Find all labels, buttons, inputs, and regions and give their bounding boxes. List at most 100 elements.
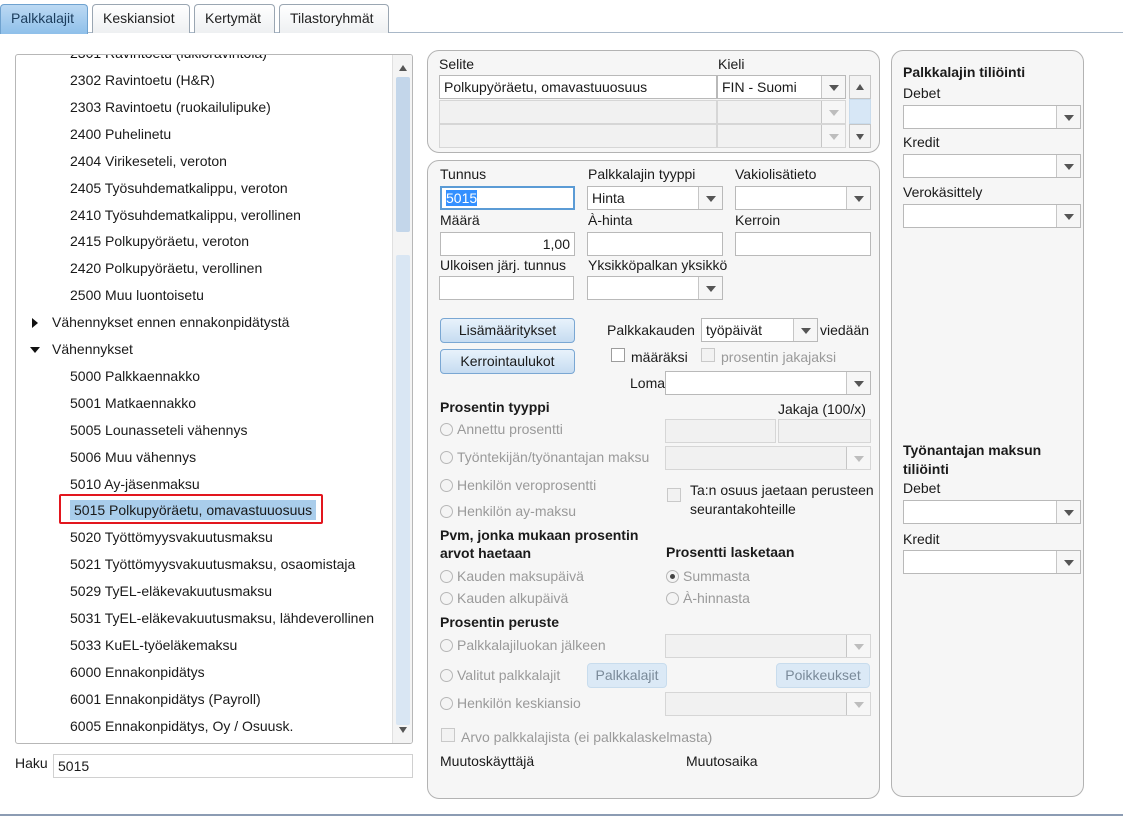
annettu-prosentti-radio[interactable]	[440, 423, 453, 436]
selite-input-1[interactable]: Polkupyöräetu, omavastuuosuus	[439, 75, 717, 99]
poikkeukset-button[interactable]: Poikkeukset	[776, 663, 870, 688]
tab-keskiansiot[interactable]: Keskiansiot	[92, 4, 190, 33]
selite-scroll-up-icon[interactable]	[849, 75, 871, 99]
tunnus-input[interactable]: 5015	[440, 186, 575, 210]
tree-group[interactable]: Vähennykset ennen ennakonpidätystä	[30, 310, 289, 334]
tyontekijan-maksu-radio[interactable]	[440, 451, 453, 464]
prosentin-jakajaksi-checkbox[interactable]	[701, 348, 715, 362]
kieli-select-1[interactable]: FIN - Suomi	[717, 75, 846, 99]
palkkalajit-button[interactable]: Palkkalajit	[587, 663, 667, 688]
palkkalajiluokan-jalkeen-radio[interactable]	[440, 639, 453, 652]
tyyppi-select[interactable]: Hinta	[587, 186, 723, 210]
summasta-radio[interactable]	[666, 570, 679, 583]
arvo-palkkalajista-checkbox[interactable]	[441, 728, 455, 742]
tree-item[interactable]: 2302 Ravintoetu (H&R)	[66, 68, 215, 92]
tree-scrollbar[interactable]	[392, 55, 412, 743]
kredit-label: Kredit	[903, 134, 940, 150]
tree-item[interactable]: 5021 Työttömyysvakuutusmaksu, osaomistaj…	[66, 552, 355, 576]
maaraksi-checkbox[interactable]	[611, 348, 625, 362]
tree-item[interactable]: 6005 Ennakonpidätys, Oy / Osuusk.	[66, 714, 293, 738]
tree-group[interactable]: Vähennykset	[30, 337, 133, 361]
tree-item[interactable]: 5020 Työttömyysvakuutusmaksu	[66, 525, 273, 549]
palkkalajiluokan-jalkeen-label: Palkkalajiluokan jälkeen	[457, 637, 606, 653]
tree-item[interactable]: 5033 KuEL-työeläkemaksu	[66, 633, 237, 657]
tab-tilastoryhmat[interactable]: Tilastoryhmät	[279, 4, 389, 33]
palkkalaji-tree[interactable]: 2301 Ravintoetu (lukioravintola) 2302 Rav…	[15, 54, 413, 744]
tree-item-label: Vähennykset ennen ennakonpidätystä	[52, 314, 290, 331]
tree-item-label: 5020 Työttömyysvakuutusmaksu	[70, 529, 273, 546]
tyonantaja-kredit-select[interactable]	[903, 550, 1081, 574]
tree-item-label: 5006 Muu vähennys	[70, 448, 197, 465]
yksikko-select[interactable]	[587, 276, 723, 300]
maara-input[interactable]: 1,00	[440, 232, 575, 256]
kauden-alkupaiva-radio[interactable]	[440, 592, 453, 605]
henkilon-aymaksu-radio[interactable]	[440, 505, 453, 518]
vakiolisatieto-select[interactable]	[735, 186, 871, 210]
tree-item[interactable]: 6001 Ennakonpidätys (Payroll)	[66, 687, 261, 711]
tree-item[interactable]: 2410 Työsuhdematkalippu, verollinen	[66, 203, 301, 227]
tree-item[interactable]: 5029 TyEL-eläkevakuutusmaksu	[66, 579, 272, 603]
tiliointi-title: Palkkalajin tiliöinti	[903, 64, 1026, 80]
ahinta-label: À-hinta	[588, 212, 633, 228]
tiliointi-panel: Palkkalajin tiliöinti Debet Kredit Verok…	[891, 50, 1084, 797]
tree-item-label: 5010 Ay-jäsenmaksu	[70, 475, 200, 492]
tree-item-label: 2415 Polkupyöräetu, veroton	[70, 233, 250, 250]
selite-input-2[interactable]	[439, 100, 717, 124]
tree-item[interactable]: 2405 Työsuhdematkalippu, veroton	[66, 176, 288, 200]
tree-item[interactable]: 5031 TyEL-eläkevakuutusmaksu, lähdeverol…	[66, 606, 374, 630]
tree-item[interactable]: 5010 Ay-jäsenmaksu	[66, 472, 200, 496]
debet-select[interactable]	[903, 105, 1081, 129]
scroll-down-icon[interactable]	[399, 727, 407, 733]
tree-item[interactable]: 2303 Ravintoetu (ruokailulipuke)	[66, 95, 271, 119]
collapsed-triangle-icon[interactable]	[32, 318, 38, 329]
tree-item[interactable]: 5005 Lounasseteli vähennys	[66, 418, 247, 442]
kieli-select-3[interactable]	[717, 124, 846, 148]
jakaja-input[interactable]	[778, 419, 871, 443]
palkkalajiluokka-select[interactable]	[665, 634, 871, 658]
henkilon-veroprosentti-radio[interactable]	[440, 479, 453, 492]
tree-item[interactable]: 6000 Ennakonpidätys	[66, 660, 205, 684]
tyonantaja-debet-select[interactable]	[903, 500, 1081, 524]
henkilon-keskiansio-radio[interactable]	[440, 697, 453, 710]
palkkakauden-select[interactable]: työpäivät	[701, 318, 818, 342]
tab-kertymat[interactable]: Kertymät	[194, 4, 275, 33]
selite-scroll-thumb[interactable]	[849, 99, 871, 124]
kerroin-input[interactable]	[735, 232, 871, 256]
scroll-thumb[interactable]	[396, 77, 410, 232]
expanded-triangle-icon[interactable]	[30, 347, 40, 354]
tree-item[interactable]: 5006 Muu vähennys	[66, 445, 196, 469]
henkilon-aymaksu-label: Henkilön ay-maksu	[457, 503, 577, 519]
tree-item[interactable]: 2415 Polkupyöräetu, veroton	[66, 229, 249, 253]
kerrointaulukot-button[interactable]: Kerrointaulukot	[440, 349, 575, 374]
selected-row-highlight	[59, 494, 323, 524]
tree-item[interactable]: 2404 Virikeseteli, veroton	[66, 149, 227, 173]
keskiansio-select[interactable]	[665, 692, 871, 716]
valitut-palkkalajit-radio[interactable]	[440, 669, 453, 682]
kredit-select[interactable]	[903, 154, 1081, 178]
scroll-up-icon[interactable]	[399, 65, 407, 71]
search-input[interactable]: 5015	[53, 754, 413, 778]
loma-select[interactable]	[665, 371, 871, 395]
tree-item[interactable]: 2420 Polkupyöräetu, verollinen	[66, 256, 262, 280]
selite-input-3[interactable]	[439, 124, 717, 148]
maksu-select[interactable]	[665, 446, 871, 470]
ulkoinen-input[interactable]	[439, 276, 574, 300]
ahinnasta-radio[interactable]	[666, 592, 679, 605]
lisamaaritykset-button[interactable]: Lisämääritykset	[440, 318, 575, 343]
tree-item[interactable]: 5000 Palkkaennakko	[66, 364, 200, 388]
tab-palkkalajit[interactable]: Palkkalajit	[0, 4, 88, 34]
tree-item[interactable]: 5001 Matkaennakko	[66, 391, 196, 415]
verokasittely-select[interactable]	[903, 204, 1081, 228]
tree-item[interactable]: 2500 Muu luontoisetu	[66, 283, 204, 307]
kieli-select-2[interactable]	[717, 100, 846, 124]
tree-item-label: 6005 Ennakonpidätys, Oy / Osuusk.	[70, 717, 294, 734]
tyonantaja-debet-label: Debet	[903, 480, 941, 496]
tree-row-partial[interactable]: 2301 Ravintoetu (lukioravintola)	[70, 55, 267, 65]
selite-scroll-down-icon[interactable]	[849, 124, 871, 148]
tree-item[interactable]: 2400 Puhelinetu	[66, 122, 171, 146]
muutoskayttaja-label: Muutoskäyttäjä	[440, 753, 535, 769]
prosentti-input[interactable]	[665, 419, 776, 443]
ahinta-input[interactable]	[587, 232, 723, 256]
tan-osuus-checkbox[interactable]	[667, 488, 681, 502]
kauden-maksupaiva-radio[interactable]	[440, 570, 453, 583]
